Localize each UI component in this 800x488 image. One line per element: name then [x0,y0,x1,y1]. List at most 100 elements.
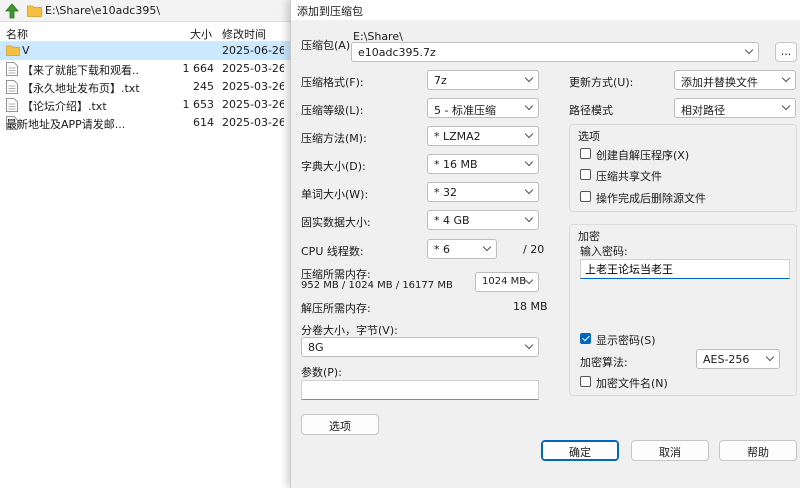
chevron-down-icon [524,185,534,195]
file-name: V [22,44,30,57]
word-size-label: 单词大小(W): [301,188,369,201]
encryption-group-title: 加密 [578,230,600,243]
list-item[interactable]: 【永久地址发布页】.txt 245 2025-03-26 0... [0,78,290,96]
text-file-icon [6,80,18,94]
archive-label: 压缩包(A) [301,39,351,52]
address-bar: E:\Share\e10adc395\ [0,0,290,22]
dialog-title-bar[interactable]: 添加到压缩包 [291,0,800,20]
password-label: 输入密码: [580,245,628,258]
show-password-label[interactable]: 显示密码(S) [596,332,656,348]
options-group: 选项 创建自解压程序(X) 压缩共享文件 操作完成后删除源文件 [569,124,797,212]
chevron-down-icon [781,73,791,83]
dialog-title: 添加到压缩包 [297,5,363,18]
archive-name: e10adc395.7z [358,46,436,59]
update-mode-label: 更新方式(U): [569,76,634,89]
list-item[interactable]: 【论坛介绍】.txt 1 653 2025-03-26 0... [0,96,290,114]
column-modified[interactable]: 修改时间 [222,26,266,42]
folder-icon [27,5,42,17]
parameters-label: 参数(P): [301,366,342,379]
dictionary-select[interactable]: * 16 MB [427,154,539,174]
cancel-button[interactable]: 取消 [631,440,709,461]
dictionary-label: 字典大小(D): [301,160,366,173]
chevron-down-icon [524,157,534,167]
chevron-down-icon [524,340,534,350]
method-select[interactable]: * LZMA2 [427,126,539,146]
folder-icon [6,45,20,56]
column-size[interactable]: 大小 [190,26,212,42]
options-button[interactable]: 选项 [301,414,379,435]
chevron-down-icon [524,101,534,111]
word-size-select[interactable]: * 32 [427,182,539,202]
file-name: 【来了就能下载和观看... [22,64,140,77]
file-size: 614 [193,116,214,129]
path-mode-label: 路径模式 [569,104,613,117]
chevron-down-icon [524,213,534,223]
text-file-icon [6,98,18,112]
encryption-group: 加密 输入密码: 显示密码(S) 加密算法: AES-256 加密文件名(N) [569,224,797,396]
add-to-archive-dialog: 添加到压缩包 压缩包(A) E:\Share\ e10adc395.7z ...… [290,0,800,488]
file-date: 2025-03-26 0... [222,98,284,111]
delete-after-label[interactable]: 操作完成后删除源文件 [596,190,706,206]
chevron-down-icon [765,352,775,362]
show-password-checkbox[interactable] [580,333,591,344]
help-button[interactable]: 帮助 [719,440,797,461]
encrypt-names-label[interactable]: 加密文件名(N) [596,375,668,391]
file-date: 2025-03-26 0... [222,62,284,75]
sfx-label[interactable]: 创建自解压程序(X) [596,147,689,163]
file-name: 最新地址及APP请发邮... [6,118,126,131]
solid-size-label: 固实数据大小: [301,216,371,229]
split-size-label: 分卷大小，字节(V): [301,324,398,337]
level-select[interactable]: 5 - 标准压缩 [427,98,539,118]
parameters-input[interactable] [301,380,539,400]
archive-name-combo[interactable]: e10adc395.7z [351,42,759,62]
list-item[interactable]: 【来了就能下载和观看... 1 664 2025-03-26 0... [0,60,290,78]
solid-size-select[interactable]: * 4 GB [427,210,539,230]
delete-after-checkbox[interactable] [580,191,591,202]
file-name: 【永久地址发布页】.txt [22,82,140,95]
up-arrow-icon[interactable] [4,3,20,19]
path-mode-select[interactable]: 相对路径 [674,98,796,118]
file-date: 2025-03-26 0... [222,116,284,129]
file-size: 1 653 [182,98,215,111]
text-file-icon [6,62,18,76]
compress-memory-detail: 952 MB / 1024 MB / 16177 MB [301,280,453,291]
file-date: 2025-03-26 0... [222,80,284,93]
chevron-down-icon [524,73,534,83]
cpu-threads-select[interactable]: * 6 [427,239,497,259]
decompress-memory-value: 18 MB [513,300,548,313]
file-size: 1 664 [182,62,215,75]
current-path[interactable]: E:\Share\e10adc395\ [45,4,160,17]
chevron-down-icon [524,129,534,139]
shared-files-checkbox[interactable] [580,169,591,180]
chevron-down-icon [781,101,791,111]
format-label: 压缩格式(F): [301,76,364,89]
column-header: 名称 大小 修改时间 [0,24,290,42]
encryption-method-label: 加密算法: [580,356,628,369]
list-item[interactable]: V 2025-06-26 1... [0,42,290,60]
ok-button[interactable]: 确定 [541,440,619,461]
method-label: 压缩方法(M): [301,132,367,145]
browse-button[interactable]: ... [775,42,797,62]
decompress-memory-label: 解压所需内存: [301,302,371,315]
chevron-down-icon[interactable] [744,45,754,55]
level-label: 压缩等级(L): [301,104,364,117]
compress-memory-select[interactable]: 1024 MB [475,272,539,292]
shared-files-label[interactable]: 压缩共享文件 [596,168,662,184]
encrypt-names-checkbox[interactable] [580,376,591,387]
split-size-combo[interactable]: 8G [301,337,539,357]
sfx-checkbox[interactable] [580,148,591,159]
options-group-title: 选项 [578,130,600,143]
encryption-method-select[interactable]: AES-256 [696,349,780,369]
file-size: 245 [193,80,214,93]
column-name[interactable]: 名称 [6,26,28,42]
format-select[interactable]: 7z [427,70,539,90]
cpu-threads-total: / 20 [523,243,545,256]
file-date: 2025-06-26 1... [222,44,284,57]
file-name: 【论坛介绍】.txt [22,100,107,113]
cpu-threads-label: CPU 线程数: [301,245,364,258]
chevron-down-icon [482,242,492,252]
update-mode-select[interactable]: 添加并替换文件 [674,70,796,90]
password-input[interactable] [580,259,790,279]
file-manager-window: E:\Share\e10adc395\ 名称 大小 修改时间 V 2025-06… [0,0,290,488]
list-item[interactable]: 最新地址及APP请发邮... 614 2025-03-26 0... [0,114,290,132]
